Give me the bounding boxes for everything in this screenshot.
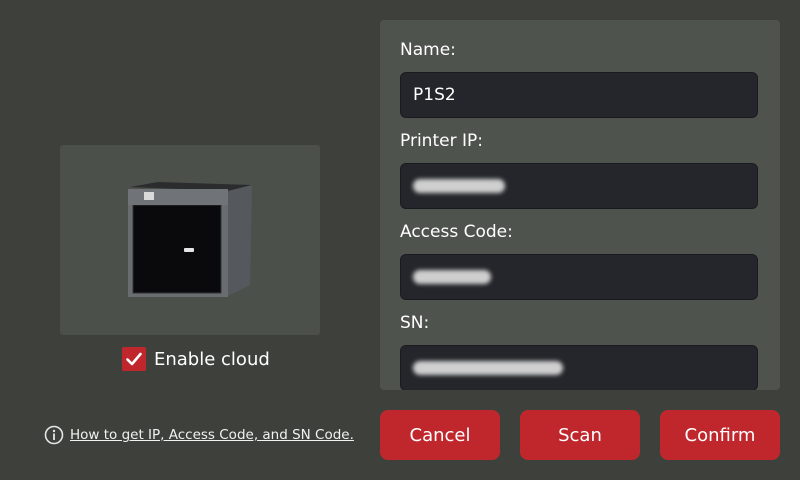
access-code-label: Access Code: <box>400 222 513 242</box>
checkbox-checked-icon[interactable] <box>122 347 146 371</box>
help-link[interactable]: How to get IP, Access Code, and SN Code. <box>70 427 354 443</box>
redacted-sn-value <box>413 361 563 375</box>
scan-button[interactable]: Scan <box>520 410 640 460</box>
enable-cloud-label: Enable cloud <box>154 348 270 370</box>
printer-ip-input[interactable] <box>400 163 758 209</box>
enable-cloud-checkbox[interactable]: Enable cloud <box>122 346 270 372</box>
name-value: P1S2 <box>413 85 456 105</box>
redacted-access-code-value <box>413 270 491 284</box>
cancel-button[interactable]: Cancel <box>380 410 500 460</box>
sn-label: SN: <box>400 313 430 333</box>
info-icon <box>44 425 64 445</box>
printer-image-panel <box>60 145 320 335</box>
sn-input[interactable] <box>400 345 758 390</box>
access-code-input[interactable] <box>400 254 758 300</box>
connection-form: Name: P1S2 Printer IP: Access Code: SN: <box>380 20 780 390</box>
printer-image <box>128 182 252 297</box>
confirm-button[interactable]: Confirm <box>660 410 780 460</box>
name-input[interactable]: P1S2 <box>400 72 758 118</box>
redacted-ip-value <box>413 179 505 193</box>
printer-ip-label: Printer IP: <box>400 131 483 151</box>
name-label: Name: <box>400 40 456 60</box>
help-row: How to get IP, Access Code, and SN Code. <box>44 423 354 447</box>
